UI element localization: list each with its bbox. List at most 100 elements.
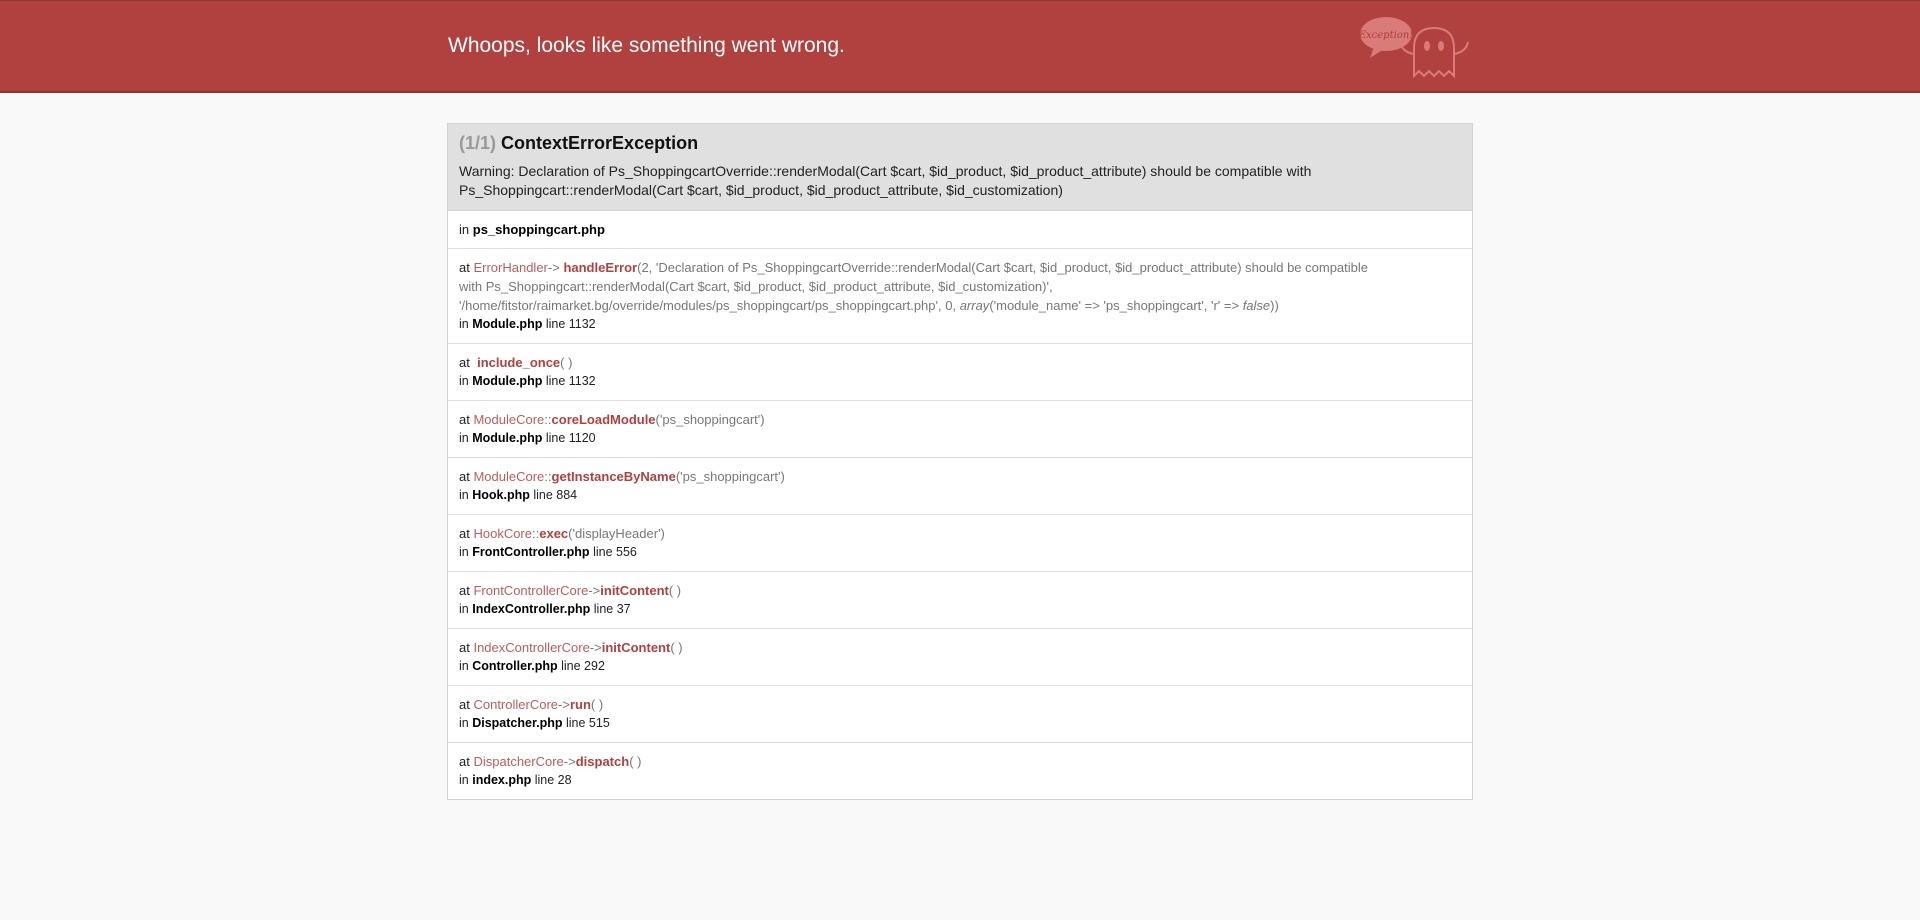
trace-method: initContent (601, 640, 671, 655)
trace-method: initContent (600, 583, 669, 598)
in-label: in (459, 602, 469, 616)
trace-class: ErrorHandler (473, 260, 548, 275)
trace-method: dispatch (575, 754, 630, 769)
exception-count: (1/1) (459, 133, 497, 153)
trace-class: FrontControllerCore (473, 583, 589, 598)
trace-args: with Ps_Shoppingcart::renderModal(Cart $… (459, 279, 1053, 294)
trace-class: DispatcherCore (473, 754, 564, 769)
trace-method: handleError (563, 260, 638, 275)
trace-frame: at DispatcherCore->dispatch( ) in index.… (448, 742, 1472, 799)
at-label: at (459, 526, 470, 541)
trace-file: index.php (472, 773, 532, 787)
in-label: in (459, 222, 470, 237)
trace-method: exec (539, 526, 569, 541)
trace-file: Module.php (472, 374, 543, 388)
trace-line: line 884 (533, 488, 578, 502)
trace-args: )) (1270, 298, 1279, 313)
trace-args-type: false (1242, 298, 1271, 313)
logo-text: Exception! (1360, 30, 1413, 41)
trace-args: '/home/fitstor/raimarket.bg/override/mod… (459, 298, 960, 313)
trace-class: HookCore (473, 526, 532, 541)
trace-frame: at IndexControllerCore->initContent( ) i… (448, 628, 1472, 685)
at-label: at (459, 754, 470, 769)
trace-class: IndexControllerCore (473, 640, 590, 655)
trace-line: line 515 (566, 716, 610, 730)
trace-frame: at include_once( ) in Module.php line 11… (448, 343, 1472, 400)
trace-class: ControllerCore (473, 697, 559, 712)
in-label: in (459, 659, 469, 673)
error-header: Whoops, looks like something went wrong.… (0, 0, 1920, 93)
in-label: in (459, 431, 469, 445)
exception-message-line: Warning: Declaration of Ps_ShoppingcartO… (459, 163, 1312, 179)
in-label: in (459, 317, 469, 331)
trace-line: line 556 (593, 545, 637, 559)
trace-args: ('ps_shoppingcart') (675, 469, 785, 484)
at-label: at (459, 697, 470, 712)
trace-file: Module.php (472, 317, 543, 331)
trace-method: getInstanceByName (551, 469, 676, 484)
trace-file: ps_shoppingcart.php (472, 222, 605, 237)
trace-frame: at ControllerCore->run( ) in Dispatcher.… (448, 685, 1472, 742)
trace-file: IndexController.php (472, 602, 591, 616)
trace-args: ( ) (590, 697, 604, 712)
trace-line: line 37 (593, 602, 631, 616)
trace-frame: at ModuleCore::getInstanceByName('ps_sho… (448, 457, 1472, 514)
in-label: in (459, 716, 469, 730)
at-label: at (459, 355, 470, 370)
trace-args: ( ) (670, 640, 683, 655)
trace-args-type: array (959, 298, 990, 313)
trace-line: line 28 (534, 773, 572, 787)
at-label: at (459, 469, 470, 484)
at-label: at (459, 260, 470, 275)
trace-frame: at ErrorHandler-> handleError(2, 'Declar… (448, 248, 1472, 343)
trace-separator: :: (544, 469, 552, 484)
trace-args: ('displayHeader') (568, 526, 665, 541)
at-label: at (459, 583, 470, 598)
stack-trace: in ps_shoppingcart.php at ErrorHandler->… (448, 211, 1472, 799)
trace-args: ( ) (629, 754, 642, 769)
trace-method: coreLoadModule (551, 412, 656, 427)
trace-file: Controller.php (472, 659, 558, 673)
trace-file: Dispatcher.php (472, 716, 563, 730)
trace-frame: at FrontControllerCore->initContent( ) i… (448, 571, 1472, 628)
trace-separator: -> (547, 260, 560, 275)
trace-separator: -> (563, 754, 576, 769)
exception-name: ContextErrorException (501, 133, 699, 153)
trace-separator: -> (558, 697, 570, 712)
trace-file: Module.php (472, 431, 543, 445)
trace-file: Hook.php (472, 488, 530, 502)
trace-separator: -> (588, 583, 601, 598)
trace-args: ('ps_shoppingcart') (655, 412, 765, 427)
trace-line: line 292 (561, 659, 605, 673)
ghost-exception-icon: Exception! (1360, 17, 1469, 79)
exception-header: (1/1) ContextErrorException Warning: Dec… (448, 124, 1472, 211)
page-title: Whoops, looks like something went wrong. (448, 34, 845, 57)
in-label: in (459, 374, 469, 388)
trace-line: line 1132 (545, 317, 596, 331)
trace-args: (2, 'Declaration of Ps_ShoppingcartOverr… (637, 260, 1369, 275)
exception-title: (1/1) ContextErrorException (459, 133, 1461, 154)
trace-frame: at ModuleCore::coreLoadModule('ps_shoppi… (448, 400, 1472, 457)
in-label: in (459, 773, 469, 787)
trace-class: ModuleCore (473, 469, 545, 484)
trace-args: ( ) (560, 355, 573, 370)
trace-file-row: in ps_shoppingcart.php (448, 211, 1472, 248)
trace-line: line 1132 (545, 374, 596, 388)
trace-args: ( ) (668, 583, 682, 598)
trace-frame: at HookCore::exec('displayHeader') in Fr… (448, 514, 1472, 571)
trace-method: include_once (477, 355, 561, 370)
trace-method: run (569, 697, 591, 712)
trace-file: FrontController.php (472, 545, 590, 559)
exception-message-line: Ps_Shoppingcart::renderModal(Cart $cart,… (459, 182, 1063, 198)
at-label: at (459, 412, 470, 427)
exception-panel: (1/1) ContextErrorException Warning: Dec… (447, 123, 1473, 800)
at-label: at (459, 640, 470, 655)
trace-separator: :: (544, 412, 552, 427)
trace-line: line 1120 (545, 431, 596, 445)
exception-message: Warning: Declaration of Ps_ShoppingcartO… (459, 162, 1461, 200)
in-label: in (459, 545, 469, 559)
trace-separator: -> (589, 640, 602, 655)
in-label: in (459, 488, 469, 502)
trace-args: ('module_name' => 'ps_shoppingcart', 'r'… (989, 298, 1243, 313)
trace-class: ModuleCore (473, 412, 545, 427)
